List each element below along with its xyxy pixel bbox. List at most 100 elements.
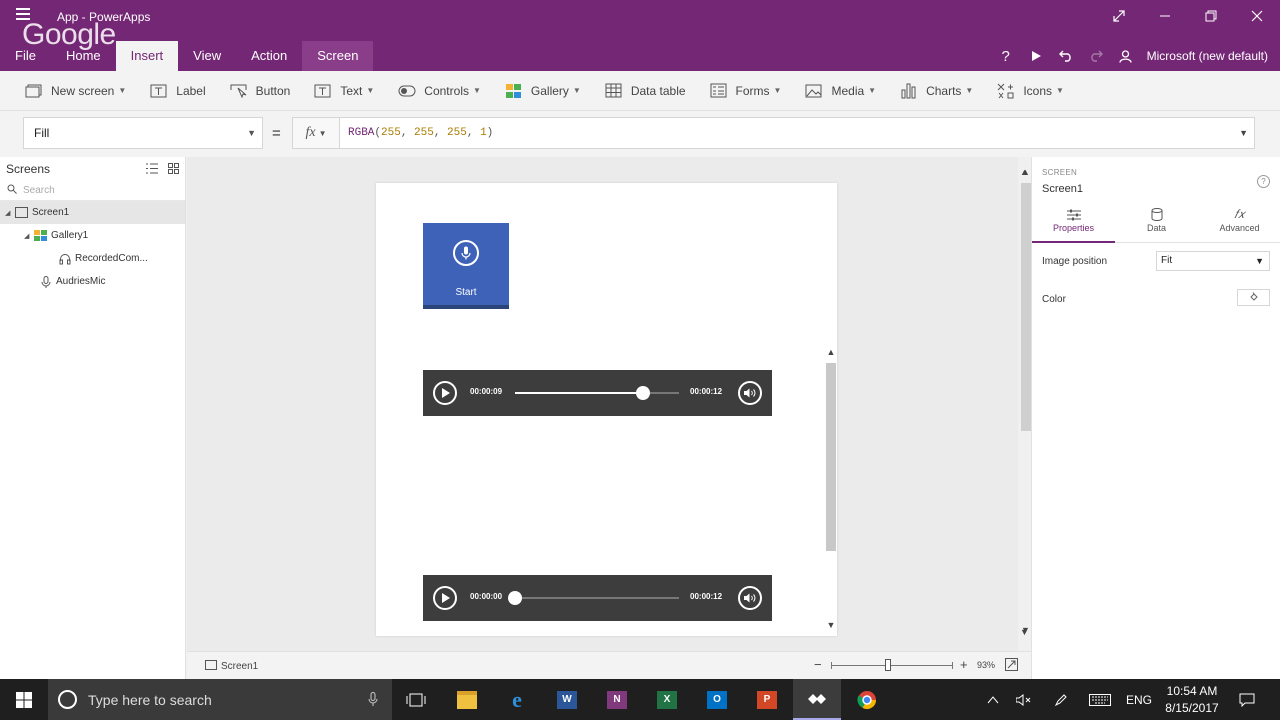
tab-data[interactable]: Data (1115, 205, 1198, 242)
tab-home[interactable]: Home (51, 41, 116, 71)
panel-scroll-thumb[interactable] (1021, 183, 1029, 431)
minimize-icon[interactable] (1142, 0, 1188, 32)
new-screen-button[interactable]: New screen ▼ (24, 77, 135, 105)
forms-button[interactable]: Forms ▼ (709, 77, 791, 105)
action-center-icon[interactable] (1234, 679, 1260, 720)
language-indicator[interactable]: ENG (1122, 679, 1156, 720)
fx-button[interactable]: fx ▼ (292, 117, 340, 149)
expand-icon[interactable] (1096, 0, 1142, 32)
tab-action[interactable]: Action (236, 41, 302, 71)
chevron-up-icon[interactable]: ▲ (825, 347, 837, 357)
file-explorer-icon[interactable] (443, 679, 491, 720)
image-position-dropdown[interactable]: Fit ▼ (1156, 251, 1270, 271)
label-button[interactable]: Label (149, 77, 214, 105)
volume-icon[interactable] (738, 381, 762, 405)
help-icon[interactable]: ? (1257, 175, 1270, 188)
collapse-triangle-icon[interactable]: ◢ (5, 209, 15, 217)
excel-icon[interactable]: X (643, 679, 691, 720)
tree-item-gallery1[interactable]: ◢ Gallery1 (0, 224, 185, 247)
chrome-icon[interactable] (843, 679, 891, 720)
status-screen[interactable]: Screen1 (205, 660, 258, 673)
play-icon[interactable] (433, 586, 457, 610)
fit-to-window-icon[interactable] (1005, 658, 1018, 671)
microphone-button[interactable]: Start (423, 223, 509, 309)
app-screen[interactable]: Start 00:00:09 00:00:12 00:00:00 00:00:1… (376, 183, 837, 636)
gallery-icon (34, 229, 47, 242)
chevron-up-icon[interactable]: ▲ (1020, 167, 1029, 177)
clock[interactable]: 10:54 AM 8/15/2017 (1157, 683, 1227, 717)
gallery-scroll-thumb[interactable] (826, 363, 836, 551)
gallery-button[interactable]: Gallery ▼ (504, 77, 590, 105)
tab-advanced[interactable]: 𝑓𝑥 Advanced (1198, 205, 1280, 242)
start-button[interactable] (0, 679, 48, 720)
duration-time: 00:00:12 (690, 592, 723, 601)
account-name[interactable]: Microsoft (new default) (1147, 49, 1268, 63)
property-selector[interactable]: Fill ▼ (23, 117, 263, 149)
button-label: Button (255, 83, 291, 98)
pen-icon[interactable] (1050, 679, 1072, 720)
show-hidden-icons[interactable] (982, 679, 1004, 720)
seek-thumb[interactable] (508, 591, 522, 605)
volume-icon[interactable] (738, 586, 762, 610)
data-table-button[interactable]: Data table (604, 77, 695, 105)
powerapps-icon[interactable] (793, 679, 841, 720)
tab-properties-label: Properties (1052, 223, 1095, 233)
icons-button[interactable]: Icons ▼ (996, 77, 1073, 105)
charts-button[interactable]: Charts ▼ (899, 77, 982, 105)
keyboard-icon[interactable] (1087, 679, 1113, 720)
tree-header-label: Screens (6, 162, 51, 176)
edge-browser-icon[interactable]: e (493, 679, 541, 720)
thumbnail-view-icon[interactable] (168, 163, 179, 177)
chevron-down-icon: ▼ (247, 128, 256, 138)
seek-thumb[interactable] (635, 386, 650, 400)
zoom-out-button[interactable]: − (814, 657, 822, 672)
control-name[interactable]: Screen1 (1042, 183, 1083, 195)
onenote-icon[interactable]: N (593, 679, 641, 720)
play-icon[interactable] (433, 381, 457, 405)
tab-insert[interactable]: Insert (115, 41, 179, 71)
chevron-down-icon[interactable]: ▼ (825, 620, 837, 630)
powerpoint-icon[interactable]: P (743, 679, 791, 720)
text-button[interactable]: Text ▼ (313, 77, 383, 105)
tree-item-audriesmic[interactable]: AudriesMic (0, 270, 185, 293)
zoom-slider[interactable] (831, 662, 953, 669)
sliders-icon (1032, 207, 1115, 222)
controls-button[interactable]: Controls ▼ (397, 77, 490, 105)
tree-search-input[interactable]: Search (0, 181, 185, 201)
close-icon[interactable] (1234, 0, 1280, 32)
chevron-down-icon[interactable]: ▼ (1020, 627, 1029, 637)
collapse-triangle-icon[interactable]: ◢ (24, 232, 34, 240)
undo-icon[interactable] (1051, 44, 1081, 68)
tree-item-screen1[interactable]: ◢ Screen1 (0, 201, 185, 224)
tab-properties[interactable]: Properties (1032, 205, 1115, 243)
formula-input[interactable]: RGBA(255, 255, 255, 1) ▼ (339, 117, 1255, 149)
tab-screen[interactable]: Screen (302, 41, 374, 71)
help-icon[interactable]: ? (991, 44, 1021, 68)
outlook-icon[interactable]: O (693, 679, 741, 720)
task-view-icon[interactable] (392, 679, 440, 720)
panel-scrollbar[interactable]: ▲ ▼ (1020, 165, 1030, 637)
volume-muted-icon[interactable] (1013, 679, 1035, 720)
expand-formula-icon[interactable]: ▼ (1239, 118, 1248, 148)
fx-icon: fx (305, 125, 316, 140)
zoom-in-button[interactable]: + (960, 657, 968, 672)
redo-icon[interactable] (1081, 44, 1111, 68)
media-button[interactable]: Media ▼ (804, 77, 885, 105)
zoom-value: 93% (977, 660, 996, 670)
color-picker[interactable] (1237, 289, 1270, 306)
zoom-thumb[interactable] (885, 659, 892, 671)
word-icon[interactable]: W (543, 679, 591, 720)
button-button[interactable]: Button (229, 77, 300, 105)
play-preview-icon[interactable] (1021, 44, 1051, 68)
microphone-icon[interactable] (368, 692, 378, 710)
tab-view[interactable]: View (178, 41, 236, 71)
gallery-scrollbar[interactable]: ▲ ▼ (825, 345, 837, 635)
taskbar-search[interactable]: Type here to search (48, 679, 392, 720)
user-icon[interactable] (1111, 44, 1141, 68)
seek-track[interactable] (508, 591, 679, 605)
seek-track[interactable] (515, 386, 679, 400)
tab-file[interactable]: File (0, 41, 51, 71)
list-view-icon[interactable] (146, 163, 158, 177)
restore-icon[interactable] (1188, 0, 1234, 32)
tree-item-recorded[interactable]: RecordedCom... (0, 247, 185, 270)
